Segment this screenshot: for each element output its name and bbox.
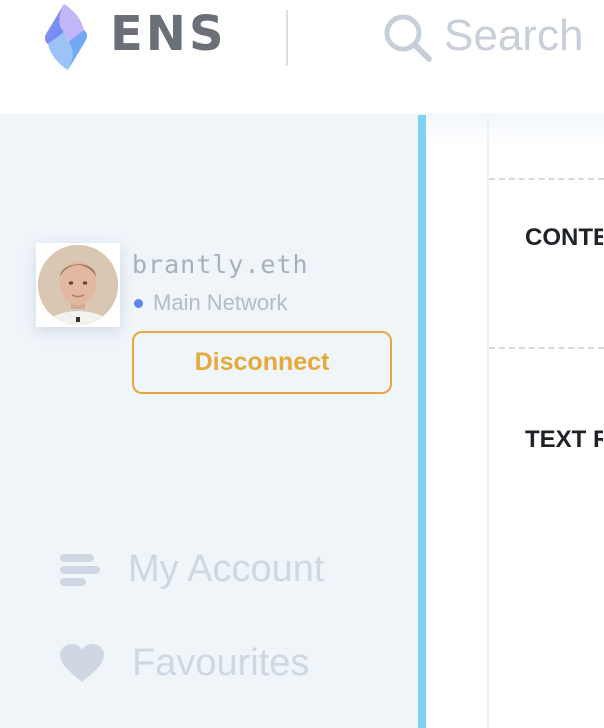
heart-icon xyxy=(60,643,104,682)
sidebar-item-label: Favourites xyxy=(132,642,310,684)
main-clip: CONTENT TEXT RECORD xyxy=(426,115,603,727)
account-name: brantly.eth xyxy=(132,250,309,279)
sidebar xyxy=(0,115,418,728)
ens-logo-icon[interactable] xyxy=(34,2,98,72)
header: ENS xyxy=(0,0,604,115)
avatar-photo xyxy=(38,245,118,325)
sidebar-item-favourites[interactable]: Favourites xyxy=(60,642,309,685)
avatar[interactable] xyxy=(36,243,120,327)
sidebar-item-label: My Account xyxy=(128,548,325,590)
search-icon xyxy=(384,14,432,62)
disconnect-button[interactable]: Disconnect xyxy=(132,331,392,394)
network-label: Main Network xyxy=(153,290,288,315)
account-icon xyxy=(60,553,100,586)
network-status: Main Network xyxy=(134,290,287,316)
record-label-content: CONTENT xyxy=(525,224,603,251)
network-dot-icon xyxy=(134,298,143,308)
search-input[interactable] xyxy=(444,6,604,66)
record-label-text: TEXT RECORD xyxy=(525,426,603,453)
header-divider xyxy=(286,10,288,66)
sidebar-accent-edge xyxy=(418,115,426,728)
logo-text: ENS xyxy=(110,6,227,62)
sidebar-item-my-account[interactable]: My Account xyxy=(60,548,324,591)
